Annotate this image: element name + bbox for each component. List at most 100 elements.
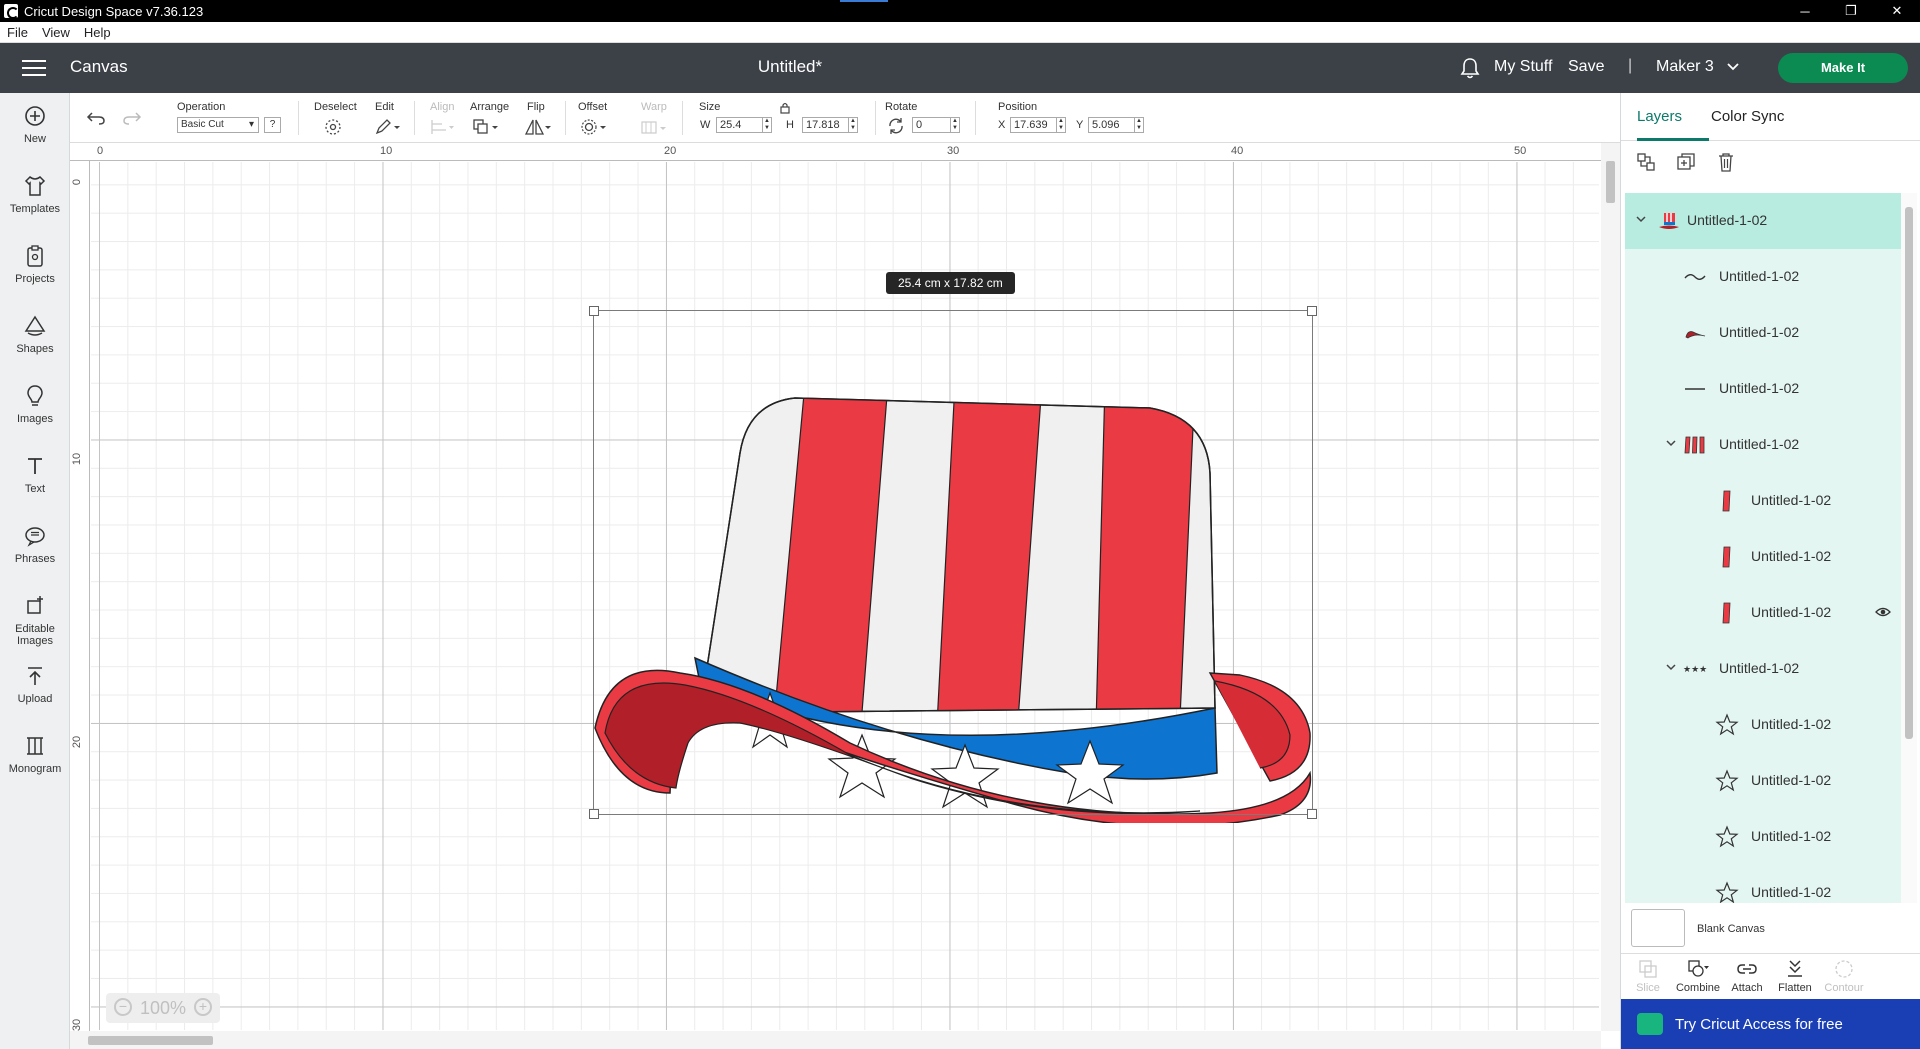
x-label: X	[998, 119, 1006, 131]
sidebar-item-projects[interactable]: Projects	[0, 243, 70, 285]
chevron-down-icon[interactable]	[1635, 213, 1647, 225]
layer-row[interactable]: Untitled-1-02	[1625, 361, 1901, 417]
layer-row[interactable]: Untitled-1-02	[1625, 697, 1901, 753]
sidebar-item-editable-images[interactable]: Editable Images	[0, 593, 70, 647]
height-stepper[interactable]: ▲ ▼	[848, 118, 857, 132]
y-stepper[interactable]: ▲ ▼	[1134, 118, 1143, 132]
rotate-input[interactable]: 0 ▲ ▼	[912, 117, 960, 133]
deselect-icon[interactable]	[324, 118, 342, 136]
editable-image-icon	[27, 596, 43, 614]
selection-bounding-box[interactable]	[589, 306, 1317, 819]
make-it-button[interactable]: Make It	[1778, 53, 1908, 83]
contour-button[interactable]: Contour	[1819, 958, 1869, 994]
y-position-input[interactable]: 5.096 ▲ ▼	[1088, 117, 1144, 133]
layer-row[interactable]: Untitled-1-02	[1625, 249, 1901, 305]
height-label: H	[786, 119, 794, 131]
shirt-icon	[24, 175, 46, 196]
canvas-horizontal-scrollbar[interactable]	[70, 1031, 1601, 1049]
scrollbar-thumb[interactable]	[88, 1036, 213, 1045]
layers-scrollbar[interactable]	[1901, 193, 1917, 903]
combine-icon	[1688, 960, 1709, 977]
attach-button[interactable]: Attach	[1722, 958, 1772, 994]
close-window-button[interactable]: ✕	[1874, 0, 1920, 22]
chevron-down-icon[interactable]	[1665, 437, 1677, 449]
slice-button[interactable]: Slice	[1623, 958, 1673, 994]
duplicate-icon[interactable]	[1675, 151, 1697, 173]
my-stuff-link[interactable]: My Stuff	[1494, 58, 1552, 76]
canvas-vertical-scrollbar[interactable]	[1601, 143, 1620, 1031]
sidebar-item-monogram[interactable]: Monogram	[0, 733, 70, 775]
resize-handle[interactable]	[589, 306, 599, 316]
menu-view[interactable]: View	[35, 25, 77, 40]
sidebar-item-images[interactable]: Images	[0, 383, 70, 425]
layer-row[interactable]: Untitled-1-02	[1625, 753, 1901, 809]
scrollbar-thumb[interactable]	[1606, 161, 1615, 203]
layer-row[interactable]: Untitled-1-02	[1625, 193, 1901, 249]
ruler-horizontal: 0 10 20 30 40 50	[70, 143, 1620, 161]
layer-row[interactable]: Untitled-1-02	[1625, 585, 1901, 641]
edit-pen-icon[interactable]	[374, 118, 400, 136]
combine-button[interactable]: Combine	[1673, 958, 1723, 994]
toolbar-divider	[875, 101, 876, 135]
restore-button[interactable]: ❐	[1828, 0, 1874, 22]
tab-color-sync[interactable]: Color Sync	[1711, 108, 1784, 125]
blank-canvas-layer[interactable]: Blank Canvas	[1631, 905, 1911, 953]
machine-selector[interactable]: Maker 3	[1656, 58, 1714, 76]
width-input[interactable]: 25.4 ▲ ▼	[716, 117, 772, 133]
chevron-down-icon[interactable]	[1665, 661, 1677, 673]
layer-row[interactable]: Untitled-1-02	[1625, 809, 1901, 865]
notification-bell-icon[interactable]	[1460, 57, 1480, 79]
sidebar-item-templates[interactable]: Templates	[0, 173, 70, 215]
sidebar-item-new[interactable]: New	[0, 103, 70, 145]
layer-row[interactable]: Untitled-1-02	[1625, 529, 1901, 585]
sidebar-item-phrases[interactable]: Phrases	[0, 523, 70, 565]
arrange-icon[interactable]	[472, 118, 500, 136]
height-input[interactable]: 17.818 ▲ ▼	[802, 117, 858, 133]
try-cricut-access-banner[interactable]: Try Cricut Access for free	[1621, 999, 1920, 1049]
save-link[interactable]: Save	[1568, 58, 1604, 76]
canvas-swatch[interactable]	[1631, 909, 1685, 947]
layer-row[interactable]: Untitled-1-02	[1625, 473, 1901, 529]
operation-help-button[interactable]: ?	[264, 117, 281, 133]
x-stepper[interactable]: ▲ ▼	[1056, 118, 1065, 132]
tab-layers[interactable]: Layers	[1637, 108, 1682, 125]
design-canvas[interactable]: 0 10 20 30 40 50 0 10 20 30 25.4 cm x 17…	[70, 143, 1620, 1049]
minimize-button[interactable]: ─	[1782, 0, 1828, 22]
zoom-in-icon[interactable]: +	[194, 998, 212, 1016]
hat-thumbnail-icon	[1659, 213, 1679, 229]
flip-icon[interactable]	[524, 118, 552, 136]
zoom-out-icon[interactable]: −	[114, 998, 132, 1016]
layer-row[interactable]: Untitled-1-02	[1625, 305, 1901, 361]
layer-row[interactable]: ★★★ Untitled-1-02	[1625, 641, 1901, 697]
group-icon[interactable]	[1635, 151, 1657, 173]
offset-icon[interactable]	[580, 118, 608, 136]
rotate-icon[interactable]	[887, 117, 905, 135]
layer-row[interactable]: Untitled-1-02	[1625, 865, 1901, 903]
offset-label: Offset	[578, 101, 608, 113]
redo-icon[interactable]	[122, 110, 142, 126]
scrollbar-thumb[interactable]	[1905, 207, 1913, 739]
delete-icon[interactable]	[1715, 151, 1737, 173]
layer-row[interactable]: Untitled-1-02	[1625, 417, 1901, 473]
menu-file[interactable]: File	[0, 25, 35, 40]
lock-icon[interactable]	[780, 102, 790, 114]
resize-handle[interactable]	[1307, 809, 1317, 819]
resize-handle[interactable]	[589, 809, 599, 819]
sidebar-item-upload[interactable]: Upload	[0, 663, 70, 705]
rotate-stepper[interactable]: ▲ ▼	[950, 118, 959, 132]
chevron-down-icon[interactable]	[1726, 60, 1740, 74]
undo-icon[interactable]	[86, 110, 106, 126]
warp-label: Warp	[641, 101, 667, 113]
toolbar-divider	[298, 101, 299, 135]
flatten-button[interactable]: Flatten	[1770, 958, 1820, 994]
width-stepper[interactable]: ▲ ▼	[762, 118, 771, 132]
sidebar-item-shapes[interactable]: Shapes	[0, 313, 70, 355]
menu-help[interactable]: Help	[77, 25, 118, 40]
eye-icon[interactable]	[1875, 605, 1891, 619]
action-label: Combine	[1675, 982, 1721, 994]
layer-name: Untitled-1-02	[1751, 492, 1832, 508]
x-position-input[interactable]: 17.639 ▲ ▼	[1010, 117, 1066, 133]
operation-select[interactable]: Basic Cut ▾	[177, 117, 259, 133]
sidebar-item-text[interactable]: Text	[0, 453, 70, 495]
resize-handle[interactable]	[1307, 306, 1317, 316]
